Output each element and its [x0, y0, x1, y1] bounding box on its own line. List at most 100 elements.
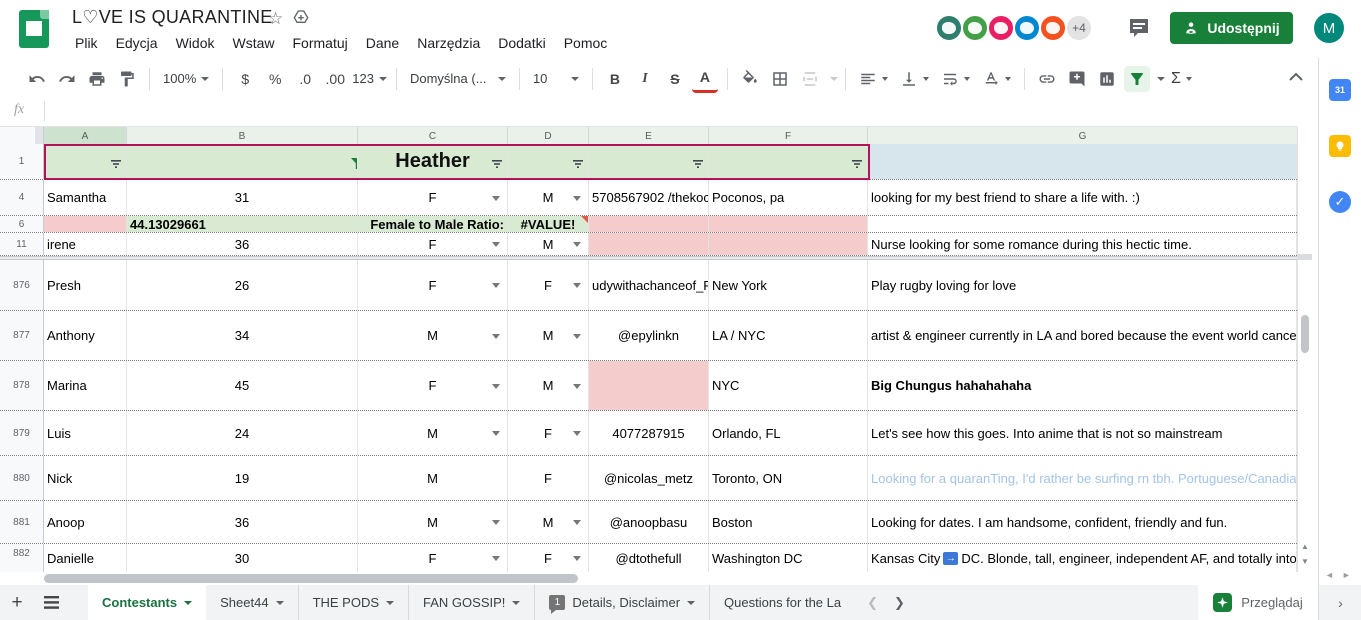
menu-formatuj[interactable]: Formatuj: [284, 33, 357, 53]
scroll-up-arrow[interactable]: ▲: [1298, 539, 1312, 553]
cell-name[interactable]: Anoop: [44, 501, 127, 543]
cell-location[interactable]: LA / NYC: [709, 311, 868, 360]
cell-pref[interactable]: F: [508, 411, 589, 455]
column-header-b[interactable]: B: [127, 127, 358, 145]
cell-bio[interactable]: Kansas City→DC. Blonde, tall, engineer, …: [868, 544, 1297, 572]
chevron-down-icon[interactable]: [573, 520, 581, 525]
row-header-882[interactable]: 882: [0, 544, 44, 572]
scroll-left-arrow[interactable]: ◄: [1325, 570, 1334, 580]
cell-pref[interactable]: M: [508, 361, 589, 410]
cell-contact[interactable]: @anoopbasu: [589, 501, 709, 543]
chevron-down-icon[interactable]: [573, 431, 581, 436]
cell-name[interactable]: Anthony: [44, 311, 127, 360]
insert-chart-button[interactable]: [1094, 66, 1120, 92]
cell-bio[interactable]: Let's see how this goes. Into anime that…: [868, 411, 1297, 455]
cell-age[interactable]: 45: [127, 361, 358, 410]
cell-e6[interactable]: [589, 216, 709, 232]
text-wrap-button[interactable]: [935, 70, 976, 88]
cell-gender[interactable]: M: [358, 411, 508, 455]
cell-a1[interactable]: [44, 144, 127, 179]
filter-button-f[interactable]: [851, 157, 863, 172]
menu-wstaw[interactable]: Wstaw: [224, 33, 284, 53]
font-family-select[interactable]: Domyślna (...: [404, 71, 512, 86]
chevron-down-icon[interactable]: [492, 283, 500, 288]
document-title[interactable]: L♡VE IS QUARANTINE: [72, 7, 273, 28]
print-button[interactable]: [84, 66, 110, 92]
cell-age[interactable]: 24: [127, 411, 358, 455]
menu-narzedzia[interactable]: Narzędzia: [408, 33, 489, 53]
cell-age[interactable]: 34: [127, 311, 358, 360]
cell-gender[interactable]: F: [358, 233, 508, 255]
column-header-g[interactable]: G: [868, 127, 1297, 145]
chevron-down-icon[interactable]: [492, 384, 500, 389]
cell-location[interactable]: [709, 233, 868, 255]
insert-link-button[interactable]: [1034, 66, 1060, 92]
text-rotation-button[interactable]: [976, 70, 1017, 88]
fill-color-button[interactable]: [737, 66, 763, 92]
cell-ratio-error[interactable]: #VALUE!: [508, 216, 589, 232]
cell-contact[interactable]: [589, 233, 709, 255]
cell-contact[interactable]: udywithachanceof_P: [589, 260, 709, 310]
tasks-icon[interactable]: ✓: [1329, 191, 1351, 213]
cell-gender[interactable]: F: [358, 260, 508, 310]
cell-pref[interactable]: M: [508, 501, 589, 543]
strikethrough-button[interactable]: S: [662, 66, 688, 92]
cell-contact[interactable]: @epylinkn: [589, 311, 709, 360]
filter-button-a[interactable]: [110, 157, 122, 172]
cell-pref[interactable]: M: [508, 180, 589, 215]
cell-name[interactable]: Samantha: [44, 180, 127, 215]
cell-name[interactable]: Luis: [44, 411, 127, 455]
cell-contact[interactable]: [589, 361, 709, 410]
tab-the-pods[interactable]: THE PODS: [299, 585, 409, 620]
cell-gender[interactable]: F: [358, 180, 508, 215]
add-sheet-button[interactable]: +: [0, 585, 34, 620]
cell-bio[interactable]: Big Chungus hahahahaha: [868, 361, 1297, 410]
collaborator-avatar-plane[interactable]: [987, 14, 1015, 42]
cell-location[interactable]: New York: [709, 260, 868, 310]
row-header-877[interactable]: 877: [0, 311, 44, 360]
cell-g1[interactable]: [868, 144, 1297, 179]
vertical-scrollbar[interactable]: ▲ ▼: [1297, 126, 1311, 572]
cell-location[interactable]: Toronto, ON: [709, 456, 868, 500]
functions-button[interactable]: Σ: [1165, 70, 1198, 88]
hide-toolbar-button[interactable]: [1289, 68, 1303, 86]
row-header-1[interactable]: 1: [0, 144, 44, 179]
menu-dane[interactable]: Dane: [357, 33, 408, 53]
zoom-select[interactable]: 100%: [157, 71, 215, 86]
star-icon[interactable]: ☆: [268, 9, 283, 30]
column-header-a[interactable]: A: [44, 127, 127, 145]
cell-name[interactable]: Danielle: [44, 544, 127, 572]
formula-bar[interactable]: fx: [0, 99, 1361, 125]
cell-location[interactable]: Orlando, FL: [709, 411, 868, 455]
cell-contact[interactable]: @nicolas_metz: [589, 456, 709, 500]
tab-contestants[interactable]: Contestants: [88, 585, 206, 620]
cell-bio[interactable]: Looking for a quaranTing, I'd rather be …: [868, 456, 1297, 500]
cell-location[interactable]: Boston: [709, 501, 868, 543]
cell-a6[interactable]: [44, 216, 127, 232]
cell-contact[interactable]: @dtothefull: [589, 544, 709, 572]
row-header-876[interactable]: 876: [0, 260, 44, 310]
scroll-right-arrow[interactable]: ►: [1342, 570, 1351, 580]
menu-edycja[interactable]: Edycja: [107, 33, 167, 53]
cell-d1[interactable]: [508, 144, 589, 179]
chevron-down-icon[interactable]: [573, 384, 581, 389]
filter-views-dropdown[interactable]: [1157, 77, 1165, 81]
collapse-side-panel-icon[interactable]: ›: [1338, 595, 1343, 611]
row-header-4[interactable]: 4: [0, 180, 44, 215]
redo-button[interactable]: [54, 66, 80, 92]
cell-name[interactable]: Marina: [44, 361, 127, 410]
cell-gender[interactable]: M: [358, 311, 508, 360]
cell-pref[interactable]: F: [508, 544, 589, 572]
cell-gender[interactable]: M: [358, 456, 508, 500]
chevron-down-icon[interactable]: [492, 242, 500, 247]
cell-location[interactable]: Poconos, pa: [709, 180, 868, 215]
next-tabs-arrow[interactable]: ❯: [894, 595, 905, 611]
cell-pref[interactable]: M: [508, 311, 589, 360]
filter-button-d[interactable]: [572, 157, 584, 172]
create-filter-button[interactable]: [1124, 66, 1150, 92]
cell-c1[interactable]: Heather: [358, 144, 508, 179]
row-header-879[interactable]: 879: [0, 411, 44, 455]
row-header-881[interactable]: 881: [0, 501, 44, 543]
chevron-down-icon[interactable]: [573, 196, 581, 201]
chevron-down-icon[interactable]: [492, 520, 500, 525]
